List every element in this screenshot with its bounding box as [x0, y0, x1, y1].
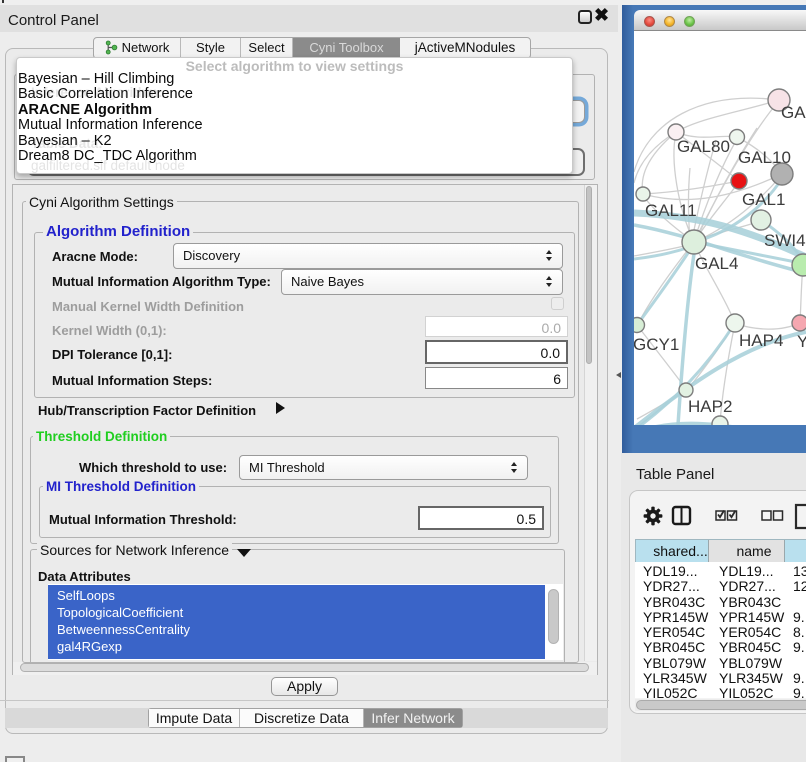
svg-text:SWI4: SWI4	[764, 231, 806, 250]
svg-text:GAL1: GAL1	[742, 190, 785, 209]
svg-text:GAL10: GAL10	[738, 148, 791, 167]
svg-text:HAP2: HAP2	[688, 397, 732, 416]
svg-text:GAL80: GAL80	[677, 137, 730, 156]
svg-text:GCY1: GCY1	[634, 335, 679, 354]
svg-text:Y: Y	[797, 332, 806, 351]
svg-text:HAP4: HAP4	[739, 331, 783, 350]
svg-text:GAL11: GAL11	[645, 201, 697, 220]
svg-text:GAL7: GAL7	[781, 103, 806, 122]
svg-text:GAL4: GAL4	[695, 254, 738, 273]
